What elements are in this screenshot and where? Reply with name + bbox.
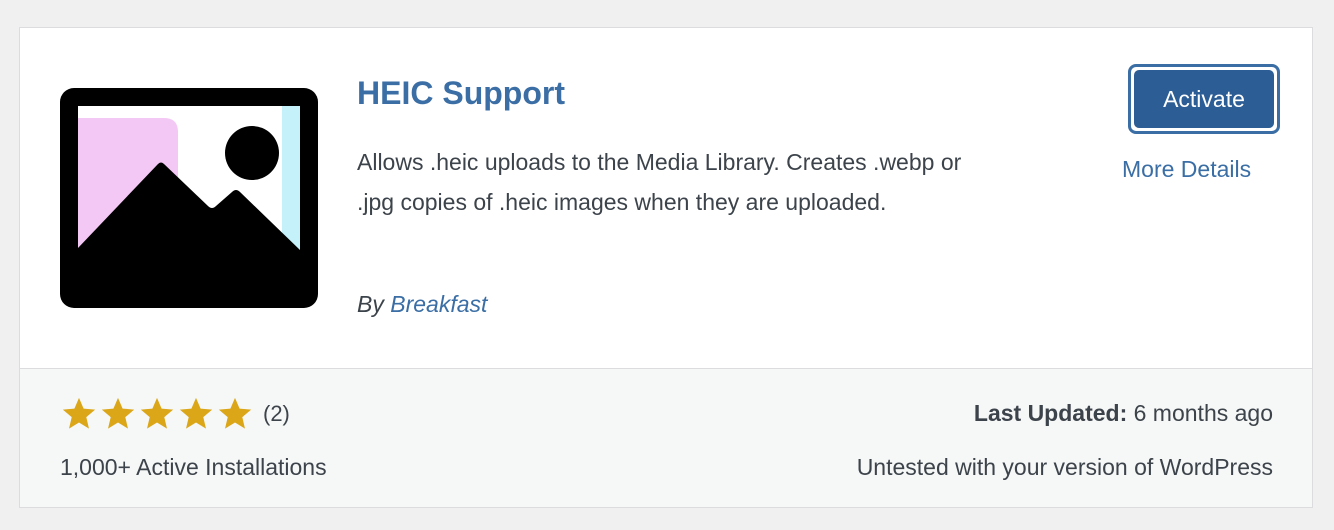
activate-button-label: Activate [1134, 70, 1274, 128]
rating-count[interactable]: (2) [263, 401, 290, 427]
plugin-card-bottom: (2) 1,000+ Active Installations Last Upd… [20, 368, 1312, 507]
plugin-card-top: HEIC Support Allows .heic uploads to the… [20, 28, 1312, 368]
plugin-description: Allows .heic uploads to the Media Librar… [357, 149, 962, 215]
author-prefix: By [357, 291, 384, 317]
last-updated-label: Last Updated: [973, 400, 1128, 426]
plugin-rating: (2) [60, 395, 290, 433]
star-icon [179, 397, 213, 429]
author-link[interactable]: Breakfast [390, 291, 487, 317]
more-details-link[interactable]: More Details [1122, 149, 1251, 189]
compatibility-notice: Untested with your version of WordPress [856, 454, 1273, 480]
image-placeholder-icon[interactable] [60, 88, 318, 308]
star-icon [62, 397, 96, 429]
plugin-title-link[interactable]: HEIC Support [357, 74, 565, 112]
plugin-card: HEIC Support Allows .heic uploads to the… [19, 27, 1313, 508]
star-icon [140, 397, 174, 429]
active-installations: 1,000+ Active Installations [60, 454, 327, 480]
last-updated-value: 6 months ago [1133, 400, 1273, 426]
plugin-author: By Breakfast [357, 284, 487, 324]
last-updated: Last Updated: 6 months ago [974, 395, 1273, 431]
star-icon [218, 397, 252, 429]
activate-button[interactable]: Activate [1128, 64, 1280, 134]
star-rating [60, 395, 254, 433]
star-icon [101, 397, 135, 429]
